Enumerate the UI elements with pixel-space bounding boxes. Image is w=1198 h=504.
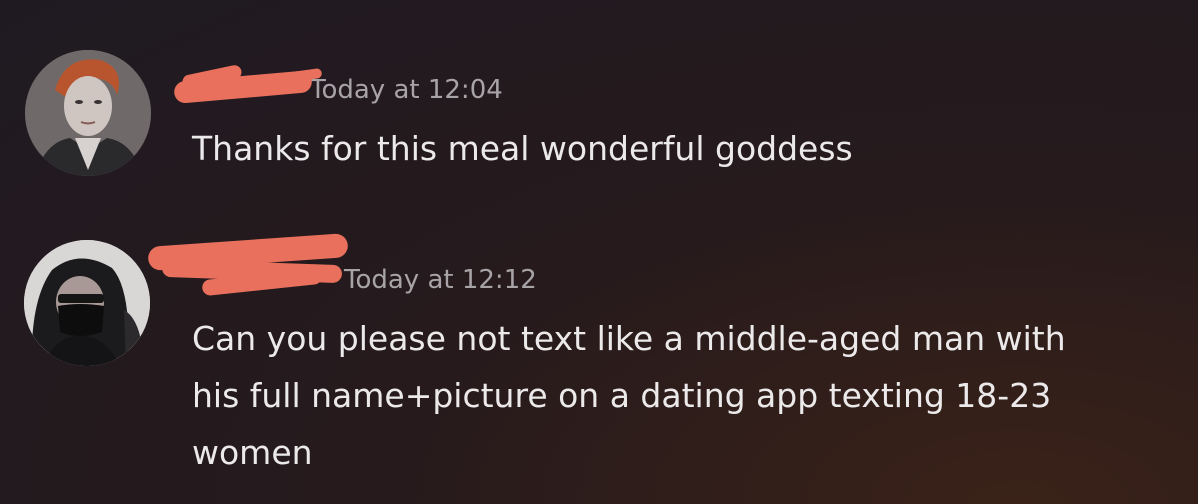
redacted-username[interactable] (173, 63, 323, 104)
message-content: Can you please not text like a middle-ag… (192, 310, 1066, 481)
message-line: women (192, 433, 313, 472)
message-timestamp: Today at 12:12 (344, 265, 537, 295)
avatar-masked-person-icon (24, 240, 150, 366)
message-line: Can you please not text like a middle-ag… (192, 319, 1066, 358)
redacted-username[interactable] (147, 233, 349, 297)
message-content: Thanks for this meal wonderful goddess (192, 120, 853, 177)
message-line: Thanks for this meal wonderful goddess (192, 129, 853, 168)
message-line: his full name+picture on a dating app te… (192, 376, 1052, 415)
avatar[interactable] (25, 50, 151, 176)
message-header: Today at 12:04 (173, 63, 503, 105)
message-timestamp: Today at 12:04 (310, 75, 503, 105)
chat-message-list: Today at 12:04 Thanks for this meal wond… (0, 0, 1198, 504)
avatar[interactable] (24, 240, 150, 366)
avatar-portrait-icon (25, 50, 151, 176)
message-header: Today at 12:12 (147, 233, 537, 297)
